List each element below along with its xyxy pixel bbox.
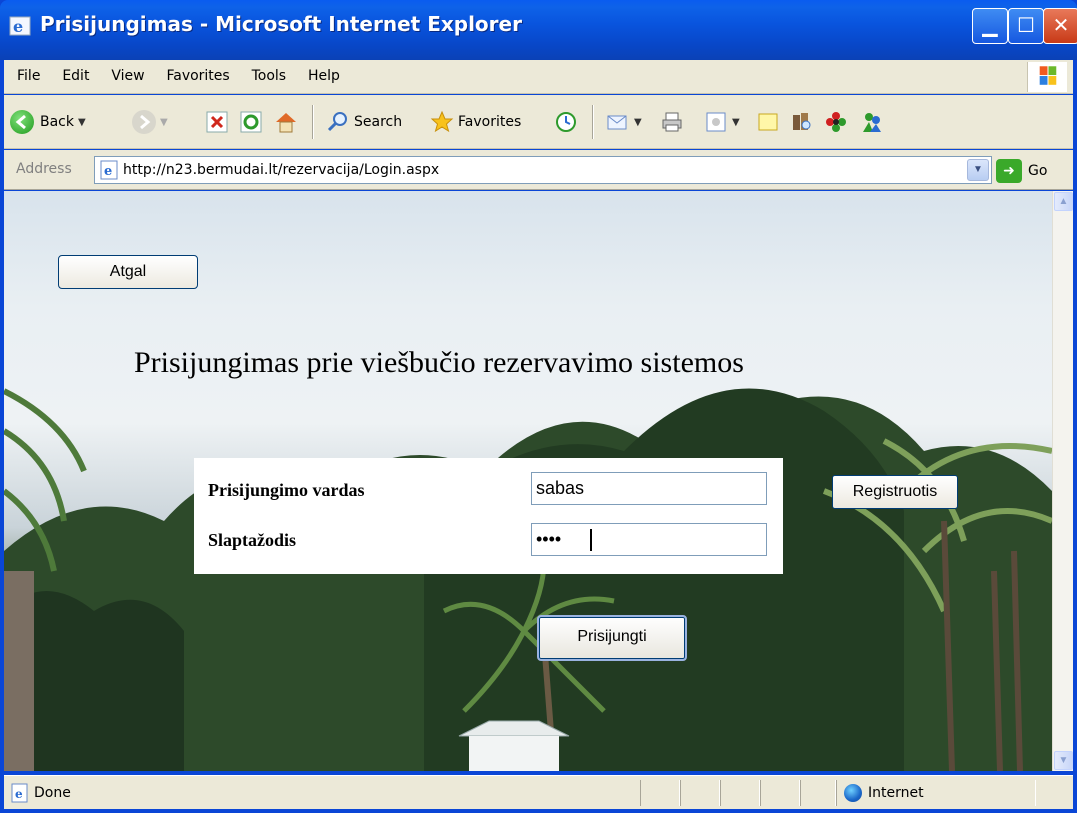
vertical-scrollbar[interactable]: ▲ ▼	[1052, 191, 1073, 771]
home-icon	[276, 113, 296, 133]
menu-view[interactable]: View	[106, 68, 149, 84]
go-label: Go	[1028, 163, 1048, 179]
menu-bar: File Edit View Favorites Tools Help	[4, 60, 1073, 94]
favorites-button[interactable]: Favorites	[430, 107, 521, 137]
password-input[interactable]	[531, 523, 767, 556]
history-icon	[556, 112, 576, 132]
menu-edit[interactable]: Edit	[57, 68, 94, 84]
back-nav-button[interactable]: Back ▼	[10, 107, 86, 137]
maximize-button[interactable]: ☐	[1008, 8, 1044, 44]
ie-icon: e	[9, 16, 31, 36]
messenger-flower-button[interactable]	[824, 107, 848, 137]
mail-button[interactable]: ▼	[606, 107, 642, 137]
research-icon	[793, 113, 811, 130]
page-done-icon: e	[11, 783, 28, 803]
refresh-icon	[240, 111, 262, 133]
status-pane	[720, 780, 760, 806]
favorites-star-icon	[430, 110, 454, 133]
go-button[interactable]: ➜ Go	[996, 158, 1047, 184]
login-button[interactable]: Prisijungti	[537, 615, 687, 661]
print-icon	[662, 112, 682, 132]
globe-icon	[844, 784, 862, 802]
back-label: Back	[40, 114, 74, 130]
scroll-down-icon[interactable]: ▼	[1054, 751, 1073, 770]
address-bar: Address e ▼ ➜ Go	[4, 150, 1073, 190]
svg-text:e: e	[104, 164, 112, 179]
back-arrow-icon	[10, 110, 34, 134]
edit-page-icon	[706, 112, 726, 132]
windows-logo-icon	[1027, 62, 1067, 92]
note-icon	[758, 113, 778, 131]
menu-help[interactable]: Help	[303, 68, 345, 84]
status-bar: e Done Internet	[4, 775, 1073, 809]
search-button[interactable]: Search	[326, 107, 402, 137]
zone-text: Internet	[868, 785, 924, 801]
messenger-people-icon	[863, 113, 881, 132]
register-button[interactable]: Registruotis	[832, 475, 958, 509]
forward-dropdown-icon: ▼	[160, 116, 168, 128]
svg-text:e: e	[13, 17, 23, 36]
mail-dropdown-icon: ▼	[634, 116, 642, 128]
go-arrow-icon: ➜	[996, 159, 1022, 183]
username-input[interactable]	[531, 472, 767, 505]
status-pane	[640, 780, 680, 806]
stop-icon	[206, 111, 228, 133]
address-label: Address	[16, 161, 72, 177]
address-dropdown-icon[interactable]: ▼	[967, 159, 989, 181]
status-pane	[680, 780, 720, 806]
page-ie-icon: e	[100, 160, 118, 180]
text-caret	[590, 529, 592, 551]
back-button[interactable]: Atgal	[58, 255, 198, 289]
status-pane	[760, 780, 800, 806]
search-label: Search	[354, 114, 403, 130]
forward-arrow-icon	[132, 110, 156, 134]
zone-pane	[836, 780, 1036, 806]
menu-favorites[interactable]: Favorites	[161, 68, 234, 84]
username-label: Prisijungimo vardas	[208, 480, 365, 500]
close-icon: ✕	[1052, 13, 1070, 37]
forward-nav-button[interactable]: ▼	[132, 107, 168, 137]
toolbar-separator	[312, 105, 314, 139]
back-dropdown-icon: ▼	[78, 116, 86, 128]
password-label: Slaptažodis	[208, 530, 297, 550]
title-bar: e Prisijungimas - Microsoft Internet Exp…	[0, 0, 1077, 60]
toolbar: Back ▼ ▼ Search Favorites ▼ ▼	[4, 95, 1073, 149]
flower-icon	[826, 112, 846, 132]
window-title: Prisijungimas - Microsoft Internet Explo…	[40, 12, 522, 36]
minimize-button[interactable]: ▁	[972, 8, 1008, 44]
research-button[interactable]	[790, 107, 814, 137]
address-input[interactable]	[123, 160, 963, 180]
login-form: Prisijungimo vardas Slaptažodis	[194, 458, 783, 574]
mail-icon	[607, 115, 627, 130]
address-field-box: e ▼	[94, 156, 992, 184]
refresh-button[interactable]	[240, 107, 262, 137]
browser-window: e Prisijungimas - Microsoft Internet Exp…	[0, 0, 1077, 813]
status-pane	[800, 780, 836, 806]
print-button[interactable]	[660, 107, 684, 137]
close-button[interactable]: ✕	[1043, 8, 1077, 44]
scroll-up-icon[interactable]: ▲	[1054, 192, 1073, 211]
svg-text:e: e	[15, 787, 23, 801]
edit-dropdown-icon: ▼	[732, 116, 740, 128]
page-content: Atgal Prisijungimas prie viešbučio rezer…	[4, 191, 1052, 771]
menu-file[interactable]: File	[12, 68, 45, 84]
stop-button[interactable]	[206, 107, 228, 137]
discuss-button[interactable]	[756, 107, 780, 137]
page-heading: Prisijungimas prie viešbučio rezervavimo…	[134, 346, 744, 379]
maximize-icon: ☐	[1017, 13, 1035, 37]
messenger-button[interactable]	[860, 107, 884, 137]
home-button[interactable]	[274, 107, 298, 137]
minimize-icon: ▁	[982, 13, 998, 37]
search-icon	[327, 112, 347, 132]
favorites-label: Favorites	[458, 114, 522, 130]
history-button[interactable]	[554, 107, 578, 137]
edit-button[interactable]: ▼	[704, 107, 740, 137]
toolbar-separator	[592, 105, 594, 139]
menu-tools[interactable]: Tools	[247, 68, 292, 84]
status-text: Done	[34, 785, 71, 801]
